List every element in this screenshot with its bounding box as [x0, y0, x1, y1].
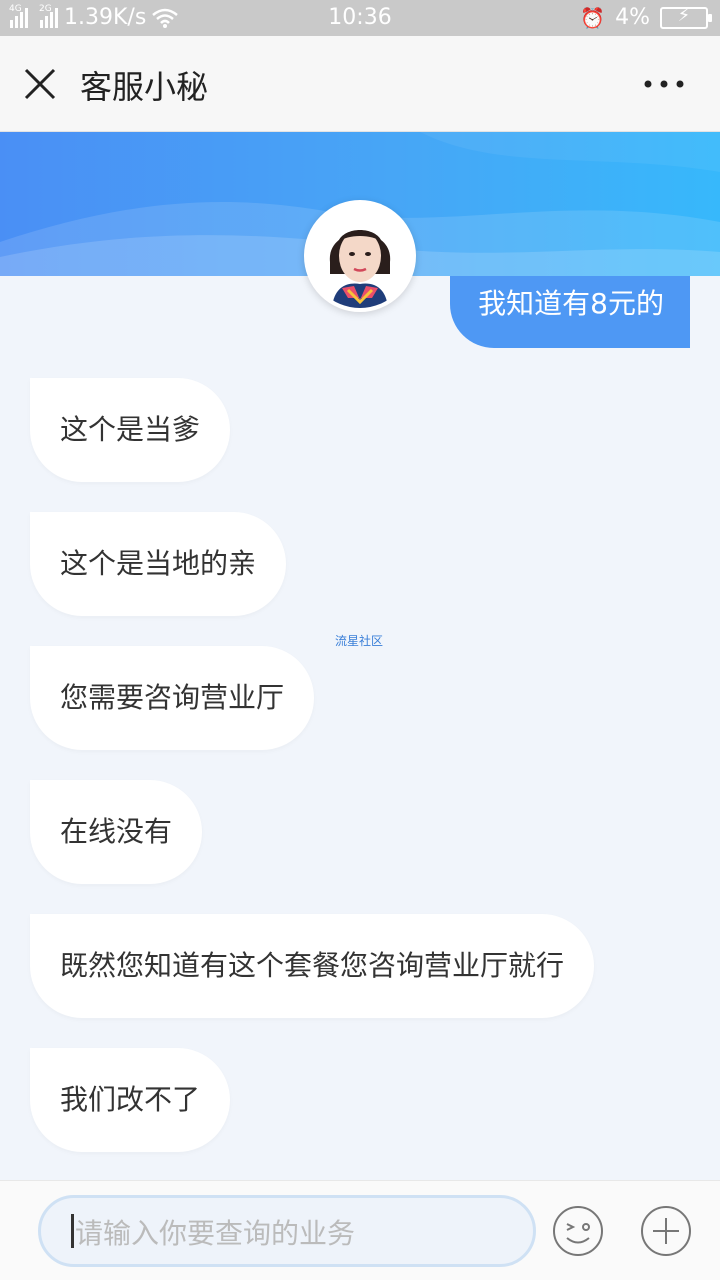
- status-bar: 4G 2G 1.39K/s 10:36 ⏰ 4% ⚡: [0, 0, 720, 36]
- battery-percent: 4%: [615, 5, 650, 30]
- status-right: ⏰ 4% ⚡: [580, 5, 712, 30]
- battery-icon: ⚡: [660, 5, 712, 29]
- agent-message-bubble: 既然您知道有这个套餐您咨询营业厅就行: [30, 914, 595, 1018]
- app-header: 客服小秘: [0, 36, 720, 132]
- agent-message-bubble: 这个是当爹: [30, 378, 231, 482]
- watermark-text: 流星社区: [335, 634, 384, 648]
- alarm-icon: ⏰: [580, 5, 606, 30]
- text-caret: [71, 1214, 74, 1248]
- agent-message-bubble: 您需要咨询营业厅: [30, 646, 315, 750]
- message-input[interactable]: 请输入你要查询的业务: [38, 1195, 536, 1267]
- agent-avatar: [304, 200, 416, 312]
- agent-message-bubble: 在线没有: [30, 780, 203, 884]
- plus-icon[interactable]: [640, 1205, 692, 1257]
- page-title: 客服小秘: [80, 68, 209, 106]
- more-icon[interactable]: [644, 66, 684, 102]
- agent-message-bubble: 这个是当地的亲: [30, 512, 287, 616]
- input-placeholder: 请输入你要查询的业务: [75, 1217, 356, 1250]
- agent-message-bubble: 我们改不了: [30, 1048, 231, 1152]
- input-bar: 请输入你要查询的业务: [0, 1180, 720, 1280]
- close-icon[interactable]: [22, 66, 58, 102]
- user-message-bubble: 我知道有8元的: [450, 276, 690, 348]
- emoji-icon[interactable]: [552, 1205, 604, 1257]
